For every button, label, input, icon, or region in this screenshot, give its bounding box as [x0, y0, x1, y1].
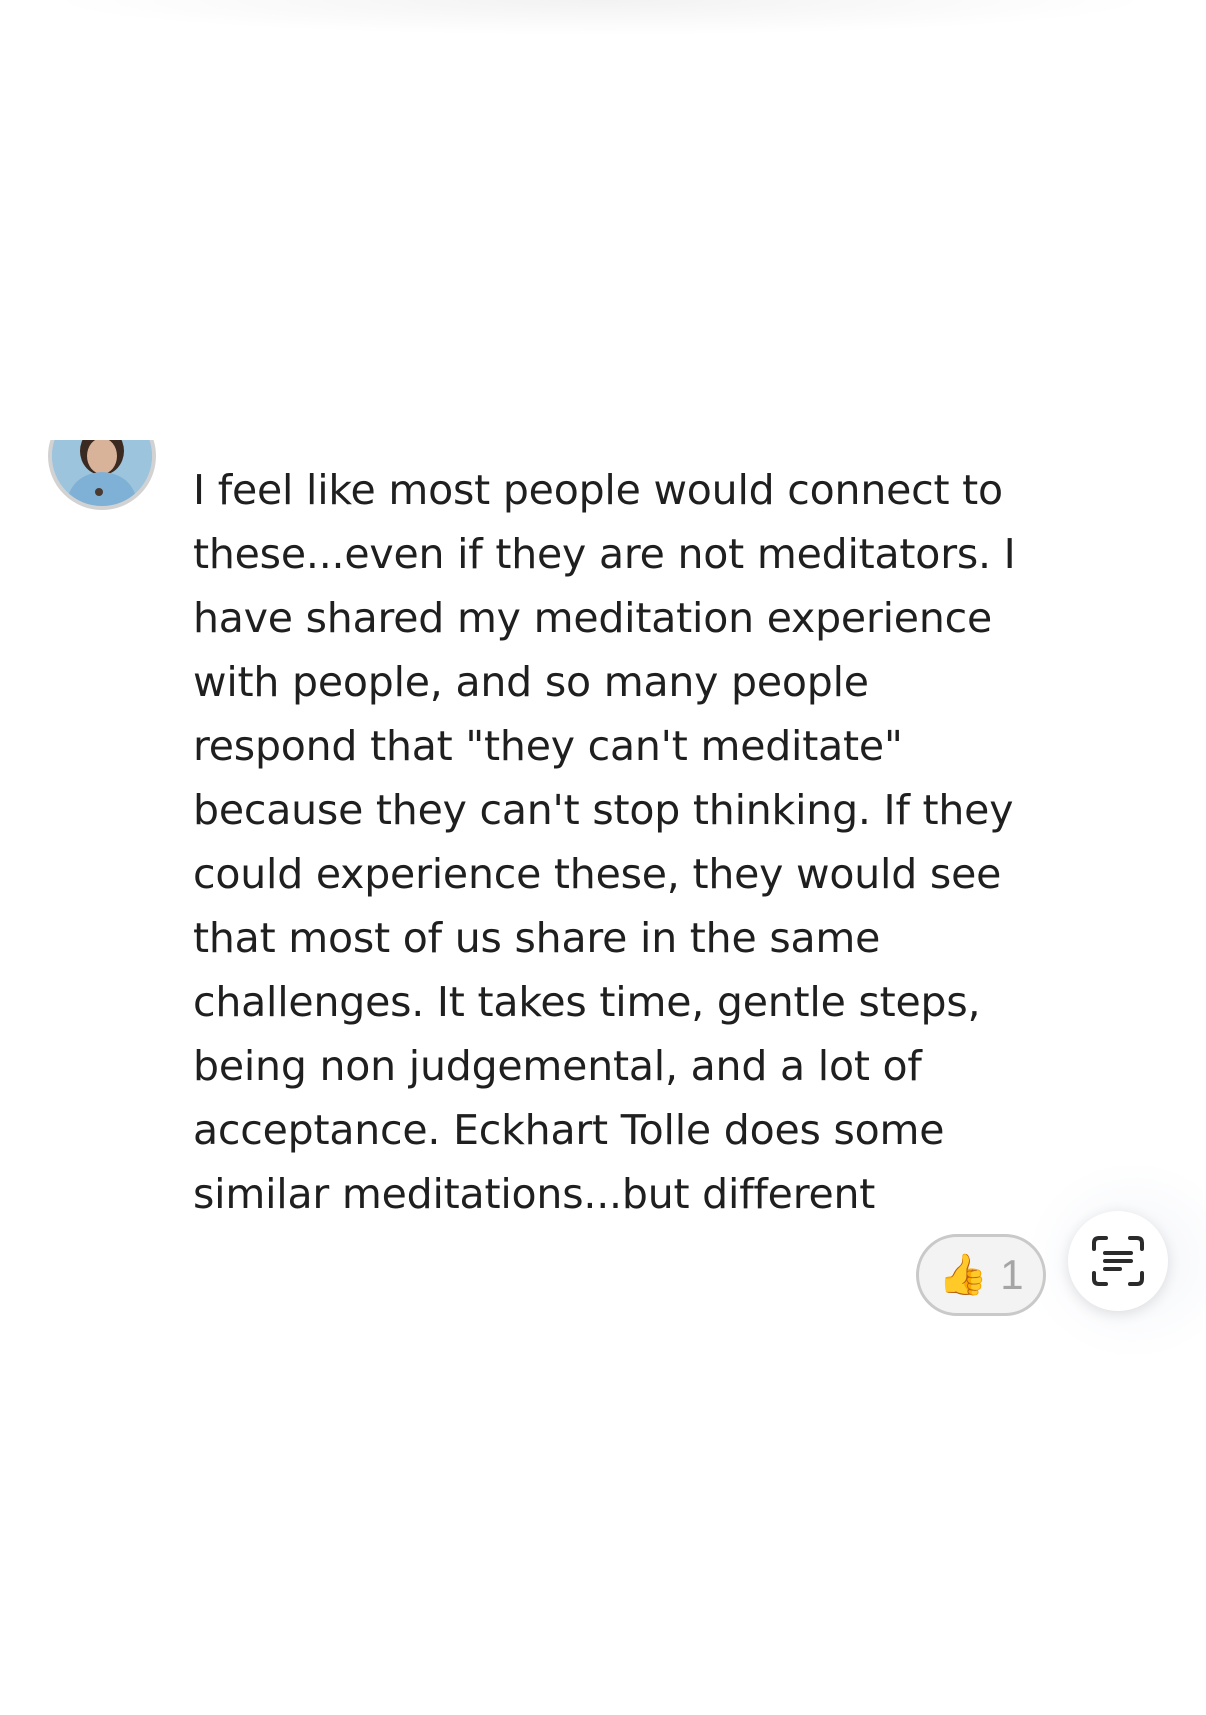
avatar[interactable] [48, 440, 156, 510]
comment-text: I feel like most people would connect to… [193, 466, 1016, 1218]
comment-item: I feel like most people would connect to… [0, 440, 1206, 1360]
reaction-count: 1 [1000, 1251, 1024, 1298]
avatar-photo [52, 440, 152, 506]
text-scan-icon [1092, 1236, 1144, 1286]
top-edge-shadow [40, 0, 1160, 36]
text-scan-button[interactable] [1068, 1211, 1168, 1311]
reaction-button[interactable]: 👍 1 [916, 1234, 1046, 1316]
thumbs-up-icon: 👍 [938, 1252, 989, 1298]
avatar-container[interactable] [48, 440, 156, 510]
